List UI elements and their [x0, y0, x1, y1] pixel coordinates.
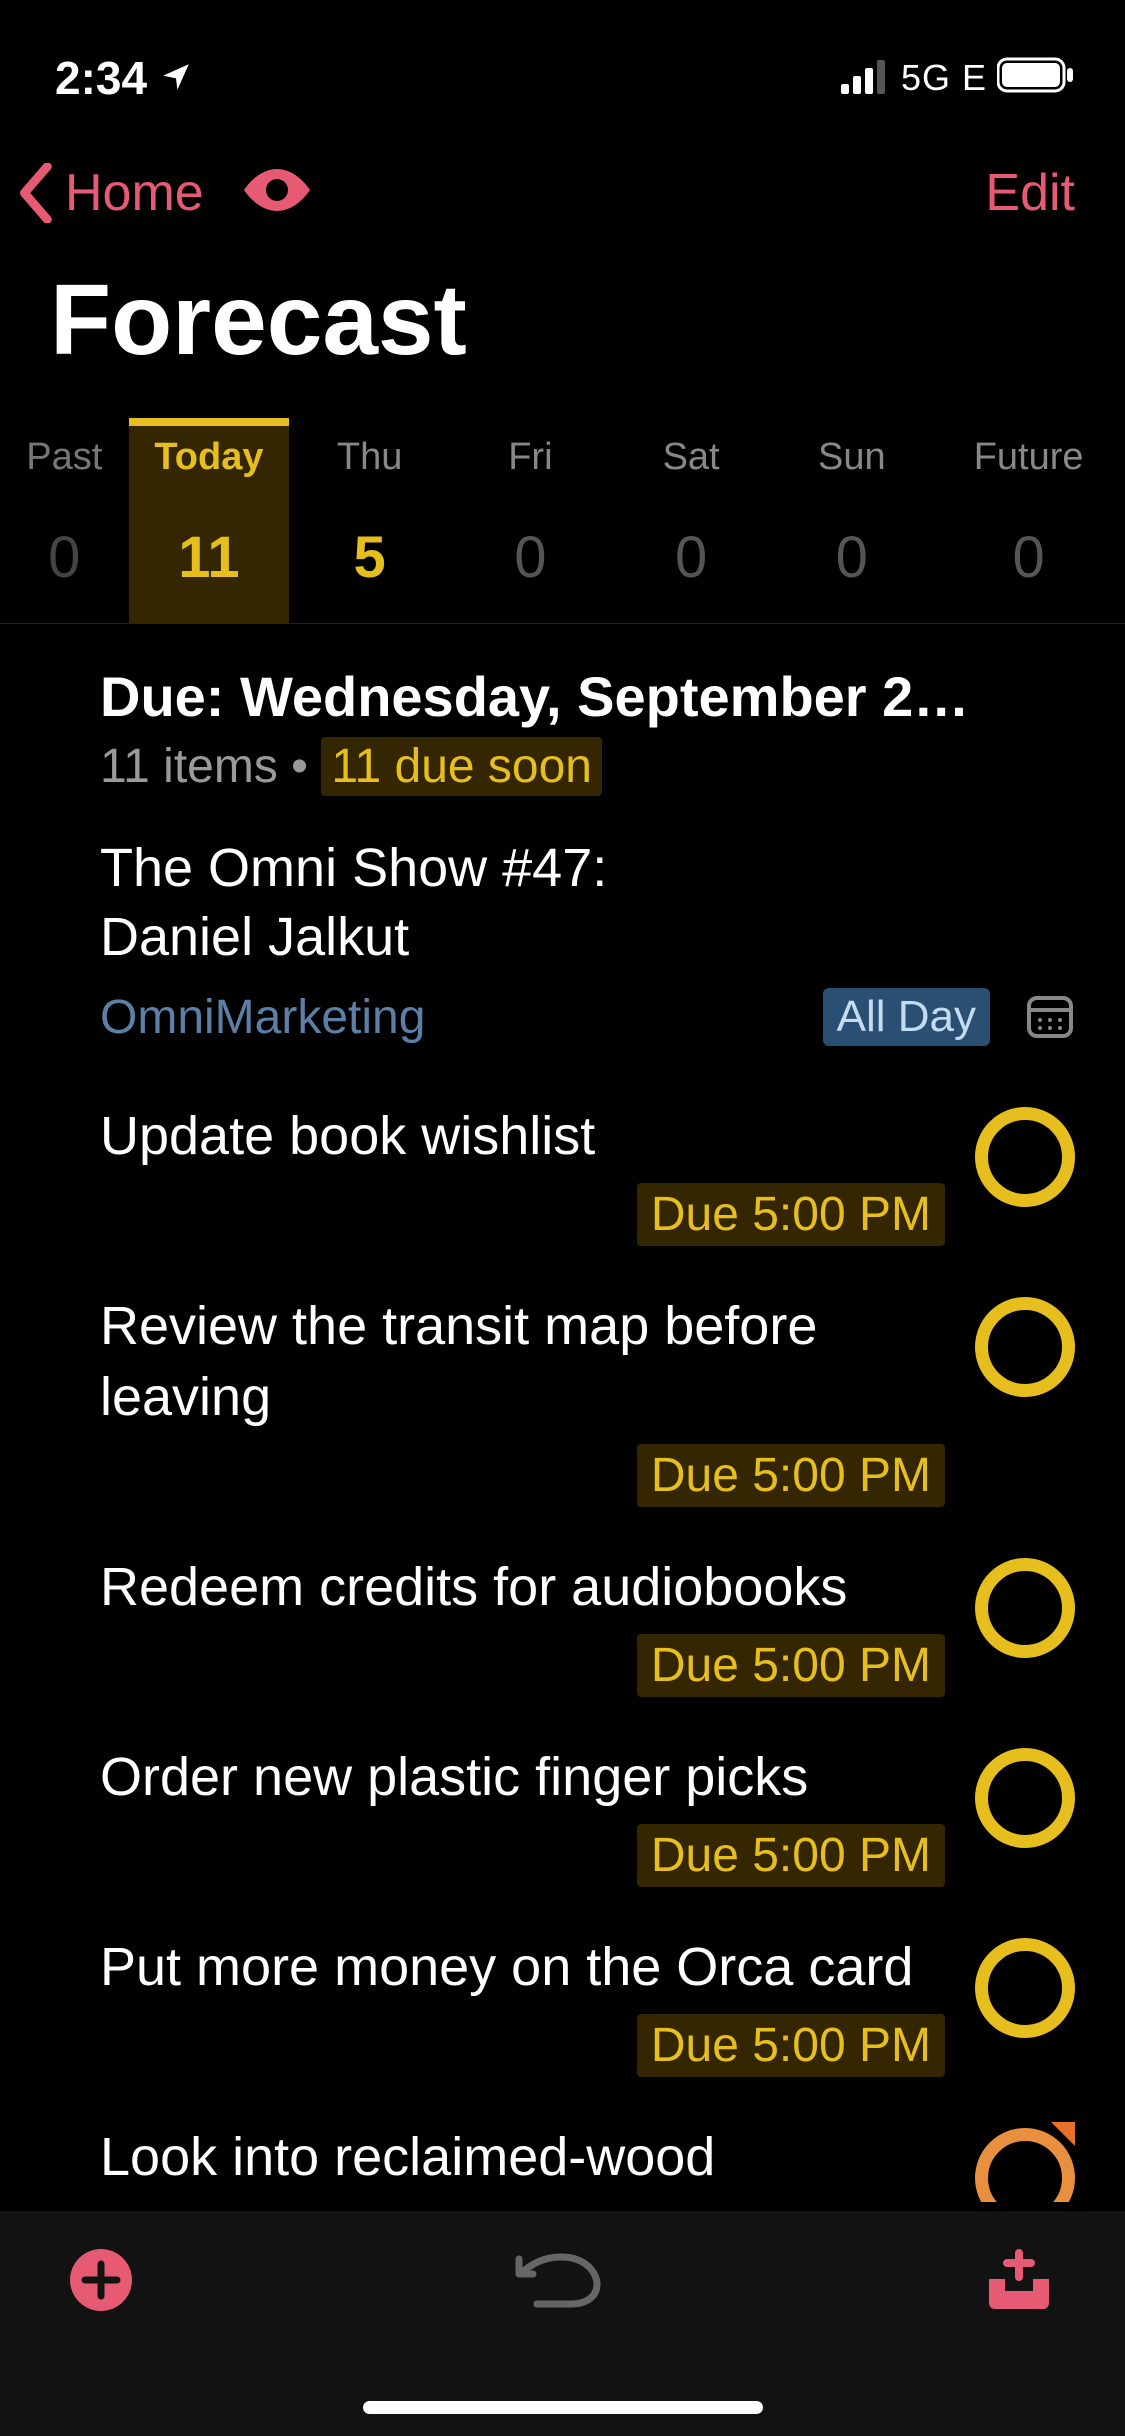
- forecast-label: Future: [974, 436, 1084, 479]
- network-label: 5G E: [901, 57, 987, 99]
- task-row[interactable]: Look into reclaimed-wood: [100, 2122, 1075, 2202]
- event-title: The Omni Show #47: Daniel Jalkut: [100, 834, 1075, 972]
- task-row[interactable]: Redeem credits for audiobooks Due 5:00 P…: [100, 1552, 1075, 1697]
- status-time: 2:34: [55, 51, 147, 105]
- forecast-label: Today: [154, 436, 263, 479]
- task-status-circle[interactable]: [975, 1297, 1075, 1397]
- home-indicator[interactable]: [363, 2401, 763, 2414]
- task-status-circle[interactable]: [975, 1107, 1075, 1207]
- perspective-icon[interactable]: [239, 165, 315, 220]
- task-title: Redeem credits for audiobooks: [100, 1552, 945, 1622]
- task-status-circle[interactable]: [975, 2128, 1075, 2202]
- section-header: Due: Wednesday, September 2… 11 items • …: [100, 664, 1075, 796]
- back-button[interactable]: Home: [15, 163, 204, 223]
- due-badge: Due 5:00 PM: [637, 2014, 945, 2077]
- forecast-count: 0: [836, 524, 868, 591]
- forecast-count: 0: [675, 524, 707, 591]
- forecast-col-thu[interactable]: Thu 5: [289, 418, 450, 623]
- task-row[interactable]: Review the transit map before leaving Du…: [100, 1291, 1075, 1506]
- all-day-badge: All Day: [823, 988, 990, 1046]
- task-title: Order new plastic finger picks: [100, 1742, 945, 1812]
- task-title: Look into reclaimed-wood: [100, 2122, 945, 2192]
- section-title: Due: Wednesday, September 2…: [100, 664, 1075, 729]
- cellular-icon: [841, 51, 891, 105]
- event-project: OmniMarketing: [100, 990, 425, 1045]
- forecast-strip: Past 0 Today 11 Thu 5 Fri 0 Sat 0 Sun 0 …: [0, 418, 1125, 624]
- calendar-icon: [1025, 990, 1075, 1045]
- due-badge: Due 5:00 PM: [637, 1824, 945, 1887]
- chevron-left-icon: [15, 163, 55, 223]
- nav-bar: Home Edit: [0, 120, 1125, 255]
- forecast-label: Sun: [818, 436, 886, 479]
- forecast-count: 11: [178, 524, 239, 591]
- page-title: Forecast: [0, 255, 1125, 418]
- due-badge: Due 5:00 PM: [637, 1634, 945, 1697]
- task-title: Update book wishlist: [100, 1101, 945, 1171]
- due-soon-badge: 11 due soon: [321, 737, 602, 796]
- inbox-button[interactable]: [983, 2249, 1055, 2316]
- content-area: Due: Wednesday, September 2… 11 items • …: [0, 624, 1125, 2202]
- task-row[interactable]: Order new plastic finger picks Due 5:00 …: [100, 1742, 1075, 1887]
- forecast-col-future[interactable]: Future 0: [932, 418, 1125, 623]
- due-badge: Due 5:00 PM: [637, 1183, 945, 1246]
- forecast-label: Past: [26, 436, 102, 479]
- undo-button[interactable]: [513, 2249, 603, 2314]
- task-status-circle[interactable]: [975, 1558, 1075, 1658]
- task-row[interactable]: Update book wishlist Due 5:00 PM: [100, 1101, 1075, 1246]
- calendar-event[interactable]: The Omni Show #47: Daniel Jalkut OmniMar…: [100, 834, 1075, 1046]
- forecast-col-past[interactable]: Past 0: [0, 418, 129, 623]
- forecast-col-sun[interactable]: Sun 0: [771, 418, 932, 623]
- task-status-circle[interactable]: [975, 1938, 1075, 2038]
- forecast-col-fri[interactable]: Fri 0: [450, 418, 611, 623]
- forecast-label: Thu: [337, 436, 402, 479]
- forecast-count: 0: [514, 524, 546, 591]
- forecast-count: 0: [1012, 524, 1044, 591]
- due-badge: Due 5:00 PM: [637, 1444, 945, 1507]
- task-row[interactable]: Put more money on the Orca card Due 5:00…: [100, 1932, 1075, 2077]
- forecast-col-today[interactable]: Today 11: [129, 418, 290, 623]
- back-label: Home: [65, 163, 204, 223]
- section-subtitle: 11 items • 11 due soon: [100, 737, 1075, 796]
- task-title: Review the transit map before leaving: [100, 1291, 945, 1431]
- location-icon: [159, 51, 193, 105]
- items-count: 11 items: [100, 740, 278, 793]
- edit-button[interactable]: Edit: [985, 163, 1075, 223]
- add-button[interactable]: [70, 2249, 132, 2316]
- forecast-count: 0: [48, 524, 80, 591]
- forecast-label: Fri: [508, 436, 552, 479]
- task-title: Put more money on the Orca card: [100, 1932, 945, 2002]
- battery-icon: [997, 51, 1075, 105]
- forecast-col-sat[interactable]: Sat 0: [611, 418, 772, 623]
- forecast-count: 5: [354, 524, 386, 591]
- status-bar: 2:34 5G E: [0, 0, 1125, 120]
- task-status-circle[interactable]: [975, 1748, 1075, 1848]
- forecast-label: Sat: [663, 436, 720, 479]
